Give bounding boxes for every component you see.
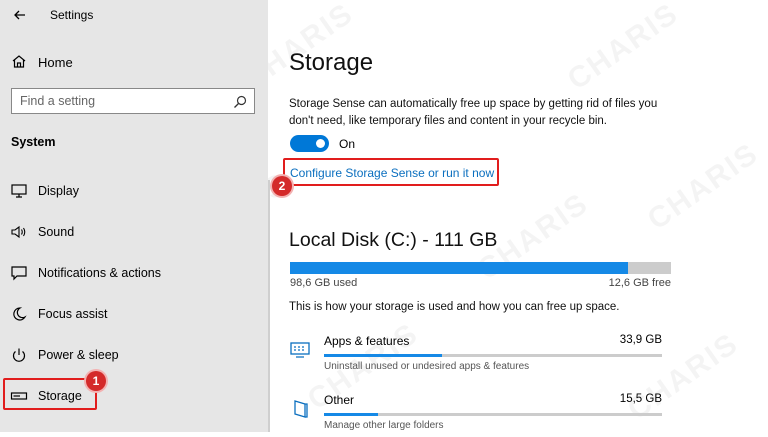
category-other[interactable]: Other 15,5 GB Manage other large folders [268,393,768,437]
power-icon [12,348,26,362]
notification-icon [11,266,27,281]
search-icon[interactable] [233,95,247,109]
search-input[interactable] [20,92,220,110]
sidebar-item-label: Focus assist [38,307,108,321]
moon-icon [13,307,27,321]
sidebar-item-label: Home [38,55,73,70]
free-space-label: 12,6 GB free [608,277,671,289]
usage-intro: This is how your storage is used and how… [289,301,620,313]
disk-usage-fill [290,262,628,274]
callout-badge-2: 2 [272,176,292,196]
sidebar-item-notifications[interactable]: Notifications & actions [0,258,268,288]
back-arrow-icon[interactable] [10,5,30,25]
title-bar: Settings [0,0,268,30]
folder-icon [294,400,308,418]
category-size: 15,5 GB [619,393,662,405]
category-usage-bar [324,413,662,416]
highlight-box-storage [3,378,97,410]
sidebar-item-sound[interactable]: Sound [0,217,268,247]
category-usage-fill [324,354,443,357]
toggle-state-label: On [339,137,356,151]
search-box [11,88,255,114]
toggle-knob [316,139,325,148]
sidebar-item-home[interactable]: Home [0,50,268,74]
apps-features-icon [290,342,310,358]
disk-title: Local Disk (C:) - 111 GB [289,229,498,251]
callout-badge-1: 1 [86,371,106,391]
category-description: Uninstall unused or undesired apps & fea… [324,361,530,372]
category-apps-features[interactable]: Apps & features 33,9 GB Uninstall unused… [268,334,768,378]
sidebar-item-focus-assist[interactable]: Focus assist [0,299,268,329]
home-icon [12,55,26,68]
category-description: Manage other large folders [324,420,444,431]
section-heading: System [11,135,56,149]
disk-usage-bar [290,262,671,274]
highlight-box-configure [283,158,499,186]
storage-sense-description: Storage Sense can automatically free up … [289,98,658,127]
category-usage-fill [324,413,379,416]
sidebar-item-label: Display [38,184,79,198]
display-icon [11,184,27,198]
category-usage-bar [324,354,662,357]
storage-sense-toggle[interactable] [290,135,329,152]
category-name: Apps & features [324,334,410,348]
window-title: Settings [50,8,94,22]
category-name: Other [324,393,355,407]
main-content: Storage Storage Sense can automatically … [268,0,768,432]
sidebar: Settings Home System Display Sound [0,0,268,432]
sidebar-item-display[interactable]: Display [0,176,268,206]
sidebar-item-next[interactable] [0,422,268,432]
sidebar-item-label: Sound [38,225,75,239]
sidebar-item-label: Notifications & actions [38,266,161,280]
sidebar-item-power-sleep[interactable]: Power & sleep [0,340,268,370]
page-title: Storage [289,49,374,76]
used-space-label: 98,6 GB used [290,277,358,289]
category-size: 33,9 GB [619,334,662,346]
speaker-icon [11,225,26,239]
sidebar-item-label: Power & sleep [38,348,119,362]
